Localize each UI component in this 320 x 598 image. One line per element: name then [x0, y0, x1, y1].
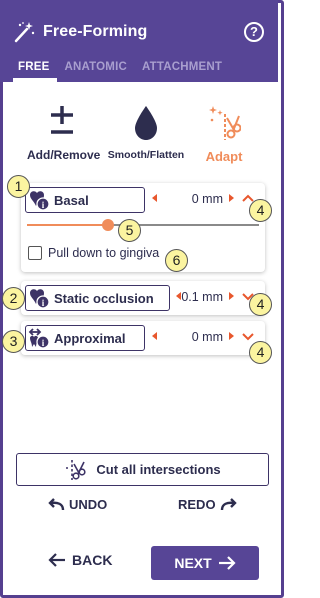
- tab-attachment[interactable]: ATTACHMENT: [142, 61, 222, 73]
- back-label: BACK: [72, 552, 113, 568]
- static-occlusion-value[interactable]: 0.1 mm: [163, 290, 223, 304]
- approximal-info-icon: i: [28, 328, 50, 349]
- section-basal: i Basal 0 mm Pull down to gingiva: [21, 183, 265, 272]
- basal-label: Basal: [54, 192, 89, 208]
- callout-marker: 1: [7, 175, 30, 198]
- redo-arrow-icon: [220, 497, 237, 510]
- callout-marker: 4: [249, 341, 272, 364]
- increase-arrow-icon[interactable]: [229, 194, 234, 202]
- tool-adapt[interactable]: Adapt: [198, 104, 250, 164]
- callout-marker: 5: [118, 219, 141, 242]
- increase-arrow-icon[interactable]: [229, 332, 234, 340]
- tab-free[interactable]: FREE: [18, 61, 49, 73]
- undo-arrow-icon: [48, 497, 65, 510]
- droplet-icon: [135, 106, 157, 140]
- tooth-info-icon: i: [30, 191, 50, 211]
- plus-minus-icon: [51, 106, 73, 134]
- callout-marker: 6: [165, 249, 188, 272]
- undo-label: UNDO: [69, 497, 108, 512]
- tool-label-adapt: Adapt: [205, 149, 243, 164]
- approximal-label: Approximal: [54, 330, 126, 346]
- next-button[interactable]: NEXT: [151, 546, 259, 580]
- static-occlusion-label: Static occlusion: [54, 290, 154, 306]
- redo-button[interactable]: REDO: [178, 497, 238, 512]
- next-label: NEXT: [174, 555, 212, 571]
- cut-all-intersections-label: Cut all intersections: [96, 462, 221, 477]
- back-button[interactable]: BACK: [48, 552, 112, 568]
- pull-down-checkbox[interactable]: [28, 246, 42, 260]
- adapt-scissors-icon: [209, 106, 241, 140]
- basal-button[interactable]: i Basal: [25, 187, 145, 213]
- tool-smooth-flatten[interactable]: Smooth/Flatten: [106, 104, 186, 161]
- callout-marker: 2: [2, 287, 25, 310]
- magic-wand-icon: [14, 22, 35, 43]
- tool-selector: Add/Remove Smooth/Flatten Adapt: [0, 100, 278, 170]
- arrow-right-icon: [218, 556, 236, 570]
- undo-button[interactable]: UNDO: [47, 497, 107, 512]
- section-static-occlusion: i Static occlusion 0.1 mm: [21, 281, 265, 315]
- tool-label-smooth-flatten: Smooth/Flatten: [107, 149, 185, 161]
- slider-fill: [27, 224, 109, 226]
- increase-arrow-icon[interactable]: [229, 292, 234, 300]
- approximal-button[interactable]: i Approximal: [25, 325, 145, 351]
- callout-marker: 3: [2, 330, 25, 353]
- tool-label-add-remove: Add/Remove: [27, 148, 101, 162]
- arrow-left-icon: [48, 553, 65, 567]
- cut-scissors-icon: [66, 459, 86, 480]
- callout-marker: 4: [249, 199, 272, 222]
- help-icon[interactable]: ?: [244, 22, 264, 42]
- panel-title: Free-Forming: [43, 23, 148, 40]
- tab-anatomic[interactable]: ANATOMIC: [64, 61, 127, 73]
- pull-down-label: Pull down to gingiva: [48, 246, 160, 260]
- basal-value[interactable]: 0 mm: [163, 192, 223, 206]
- title-row: Free-Forming: [12, 17, 147, 47]
- section-approximal: i Approximal 0 mm: [21, 321, 265, 355]
- active-tab-indicator: [13, 78, 57, 82]
- panel-header: Free-Forming ? FREE ANATOMIC ATTACHMENT: [0, 0, 278, 82]
- decrease-arrow-icon[interactable]: [152, 332, 157, 340]
- tool-add-remove[interactable]: Add/Remove: [27, 104, 101, 162]
- static-occlusion-button[interactable]: i Static occlusion: [25, 285, 170, 311]
- tab-bar: FREE ANATOMIC ATTACHMENT: [18, 61, 222, 73]
- decrease-arrow-icon[interactable]: [152, 194, 157, 202]
- callout-marker: 4: [249, 293, 272, 316]
- approximal-value[interactable]: 0 mm: [163, 330, 223, 344]
- cut-all-intersections-button[interactable]: Cut all intersections: [16, 453, 269, 486]
- slider-thumb[interactable]: [102, 219, 115, 231]
- chevron-down-icon[interactable]: [241, 329, 255, 343]
- tooth-info-icon: i: [30, 289, 50, 309]
- redo-label: REDO: [178, 497, 216, 512]
